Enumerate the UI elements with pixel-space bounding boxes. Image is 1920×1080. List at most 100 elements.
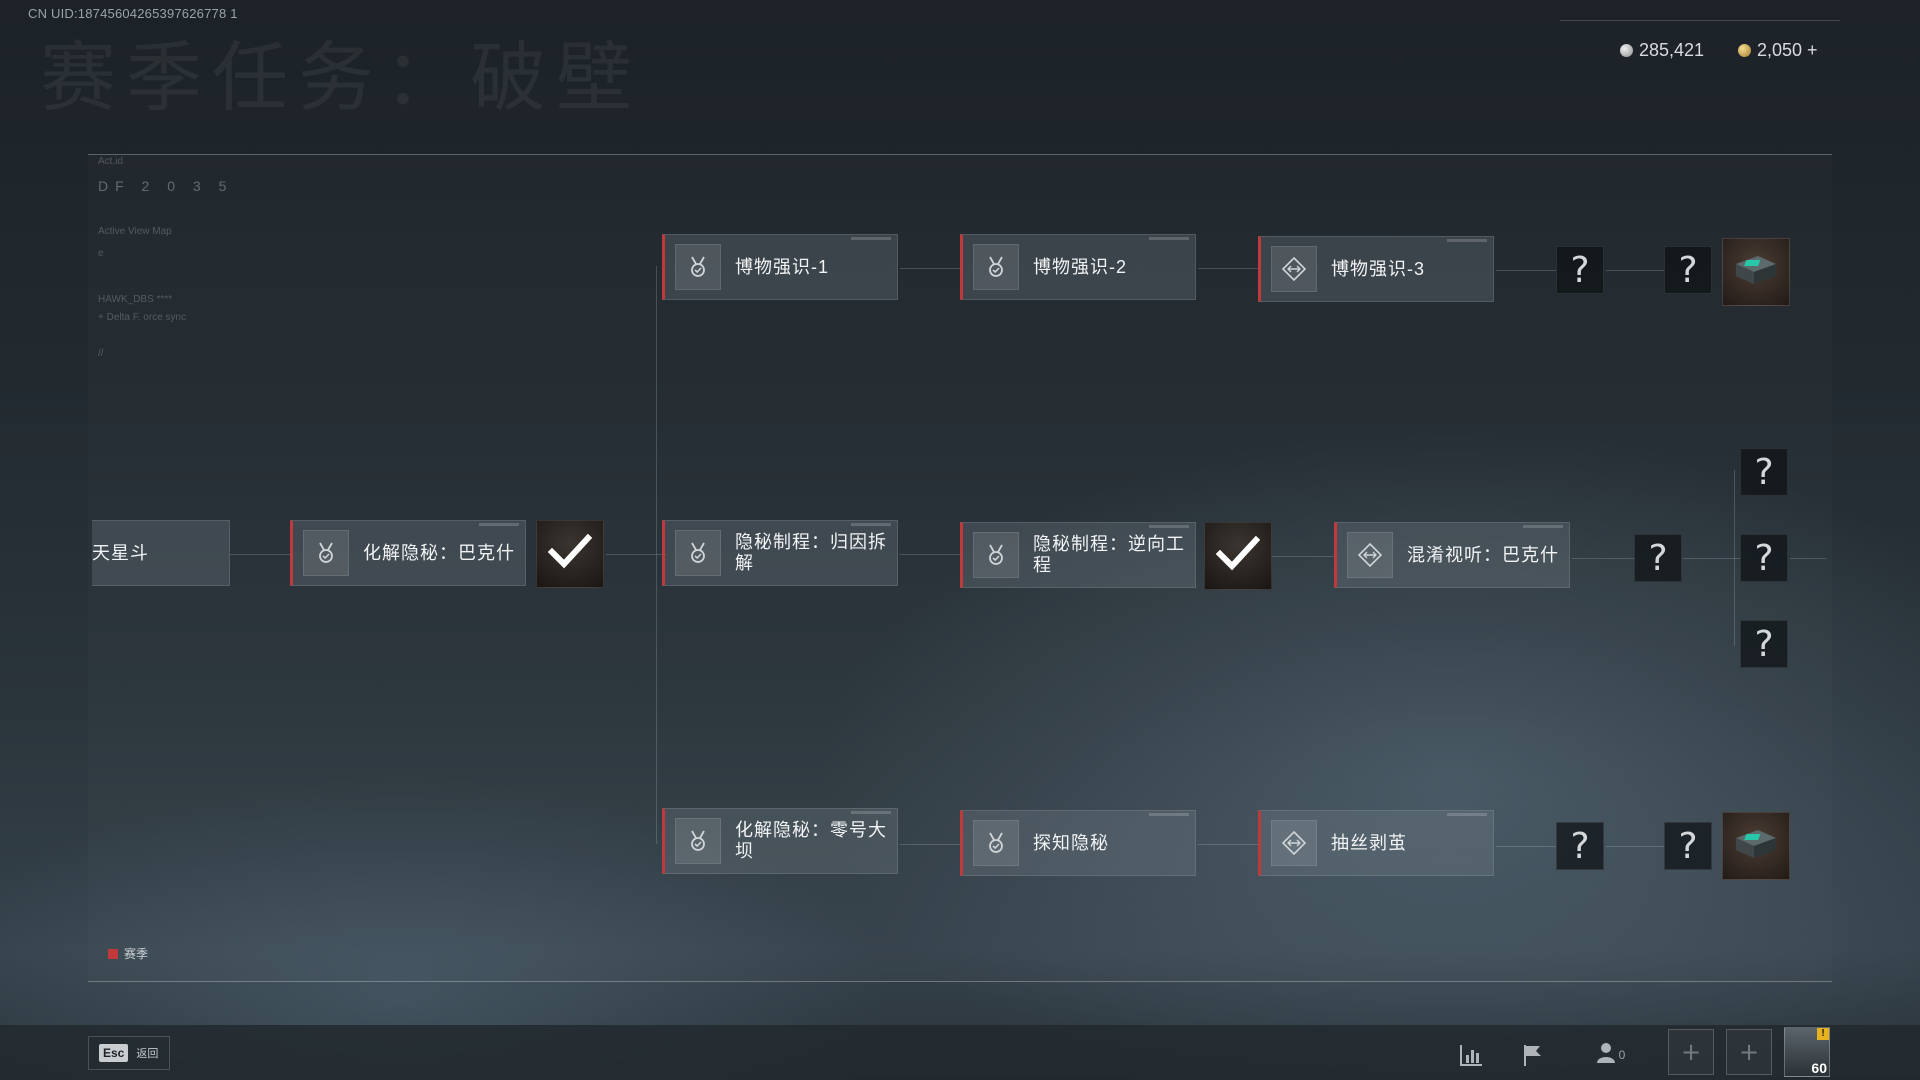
- team-slot[interactable]: +: [1668, 1029, 1714, 1075]
- header-divider: [1560, 20, 1840, 21]
- connector: [1606, 270, 1664, 271]
- task-label: 博物强识-3: [1331, 258, 1426, 279]
- hud-text: HAWK_DBS ****: [98, 294, 173, 305]
- diamond-arrows-icon: [1271, 246, 1317, 292]
- node-tag: [1149, 813, 1189, 816]
- task-label: 隐秘制程：逆向工程: [1033, 534, 1185, 575]
- connector-vertical: [656, 266, 657, 844]
- node-tag: [851, 811, 891, 814]
- task-label: 化解隐秘：零号大坝: [735, 820, 887, 861]
- back-button[interactable]: Esc 返回: [88, 1036, 170, 1070]
- connector: [1496, 270, 1556, 271]
- task-node[interactable]: 化解隐秘：巴克什: [290, 520, 526, 586]
- task-node[interactable]: 混淆视听：巴克什: [1334, 522, 1570, 588]
- reward-crate[interactable]: [1722, 812, 1790, 880]
- locked-task-slot[interactable]: ?: [1664, 822, 1712, 870]
- task-node[interactable]: 隐秘制程：归因拆解: [662, 520, 898, 586]
- task-node[interactable]: 博物强识-2: [960, 234, 1196, 300]
- page-title: 赛季任务：破壁: [40, 33, 642, 122]
- medal-icon: [973, 244, 1019, 290]
- crate-icon: [1730, 250, 1782, 295]
- medal-icon: [303, 530, 349, 576]
- task-label: 天星斗: [92, 542, 149, 563]
- task-node[interactable]: 博物强识-3: [1258, 236, 1494, 302]
- connector: [900, 844, 960, 845]
- silver-coin-icon: [1620, 44, 1633, 57]
- connector: [900, 554, 960, 555]
- task-node[interactable]: 隐秘制程：逆向工程: [960, 522, 1196, 588]
- connector: [900, 268, 960, 269]
- locked-task-slot[interactable]: ?: [1740, 534, 1788, 582]
- task-node[interactable]: 化解隐秘：零号大坝: [662, 808, 898, 874]
- hud-text: Act.id: [98, 156, 124, 167]
- hud-text: + Delta F. orce sync: [98, 312, 187, 323]
- medal-icon: [973, 820, 1019, 866]
- diamond-arrows-icon: [1271, 820, 1317, 866]
- medal-icon: [675, 818, 721, 864]
- connector: [230, 554, 290, 555]
- connector: [1682, 558, 1740, 559]
- task-label: 隐秘制程：归因拆解: [735, 532, 887, 573]
- locked-task-slot[interactable]: ?: [1664, 246, 1712, 294]
- completed-reward[interactable]: [1204, 522, 1272, 590]
- medal-icon: [675, 244, 721, 290]
- connector: [1198, 268, 1258, 269]
- task-label: 化解隐秘：巴克什: [363, 542, 515, 563]
- node-tag: [1447, 813, 1487, 816]
- legend-swatch: [108, 948, 118, 959]
- node-tag: [851, 523, 891, 526]
- esc-key: Esc: [99, 1044, 129, 1062]
- back-label: 返回: [136, 1048, 159, 1060]
- hud-text: Active View Map: [98, 226, 172, 237]
- notification-badge: !: [1817, 1028, 1829, 1040]
- team-slot[interactable]: +: [1726, 1029, 1772, 1075]
- task-label: 抽丝剥茧: [1331, 832, 1407, 853]
- medal-icon: [973, 532, 1019, 578]
- player-avatar[interactable]: ! 60: [1784, 1027, 1830, 1077]
- diamond-arrows-icon: [1347, 532, 1393, 578]
- node-tag: [1447, 239, 1487, 242]
- hud-df: DF 2 0 3 5: [98, 178, 234, 194]
- connector: [1606, 846, 1664, 847]
- connector: [1496, 846, 1556, 847]
- user-icon: [1595, 1041, 1617, 1070]
- connector: [1272, 556, 1334, 557]
- completed-reward[interactable]: [536, 520, 604, 588]
- player-level: 60: [1811, 1060, 1827, 1076]
- legend-label: 赛季: [124, 947, 149, 961]
- node-tag: [1149, 525, 1189, 528]
- crate-icon: [1730, 824, 1782, 869]
- gold-coin-icon: [1738, 44, 1751, 57]
- connector: [1198, 844, 1258, 845]
- locked-task-slot[interactable]: ?: [1740, 620, 1788, 668]
- locked-task-slot[interactable]: ?: [1634, 534, 1682, 582]
- hud-text: //: [98, 348, 104, 359]
- task-label: 博物强识-2: [1033, 256, 1128, 277]
- locked-task-slot[interactable]: ?: [1556, 246, 1604, 294]
- task-node[interactable]: 探知隐秘: [960, 810, 1196, 876]
- reward-crate[interactable]: [1722, 238, 1790, 306]
- task-node[interactable]: 天星斗: [92, 520, 230, 586]
- legend: 赛季: [108, 945, 148, 962]
- node-tag: [1149, 237, 1189, 240]
- node-tag: [851, 237, 891, 240]
- connector: [1572, 558, 1634, 559]
- friends-button[interactable]: 0: [1588, 1040, 1632, 1070]
- medal-icon: [675, 530, 721, 576]
- task-label: 博物强识-1: [735, 256, 830, 277]
- connector: [606, 554, 666, 555]
- friends-count: 0: [1618, 1048, 1626, 1062]
- currency-silver-value: 285,421: [1639, 40, 1705, 60]
- locked-task-slot[interactable]: ?: [1740, 448, 1788, 496]
- flag-icon[interactable]: [1518, 1040, 1548, 1070]
- currency-gold[interactable]: 2,050 +: [1738, 40, 1818, 61]
- task-node[interactable]: 博物强识-1: [662, 234, 898, 300]
- bottom-bar: [0, 1025, 1920, 1080]
- locked-task-slot[interactable]: ?: [1556, 822, 1604, 870]
- task-node[interactable]: 抽丝剥茧: [1258, 810, 1494, 876]
- hud-text: e: [98, 248, 104, 259]
- task-label: 探知隐秘: [1033, 832, 1109, 853]
- connector: [1790, 558, 1826, 559]
- node-tag: [479, 523, 519, 526]
- stats-icon[interactable]: [1456, 1040, 1486, 1070]
